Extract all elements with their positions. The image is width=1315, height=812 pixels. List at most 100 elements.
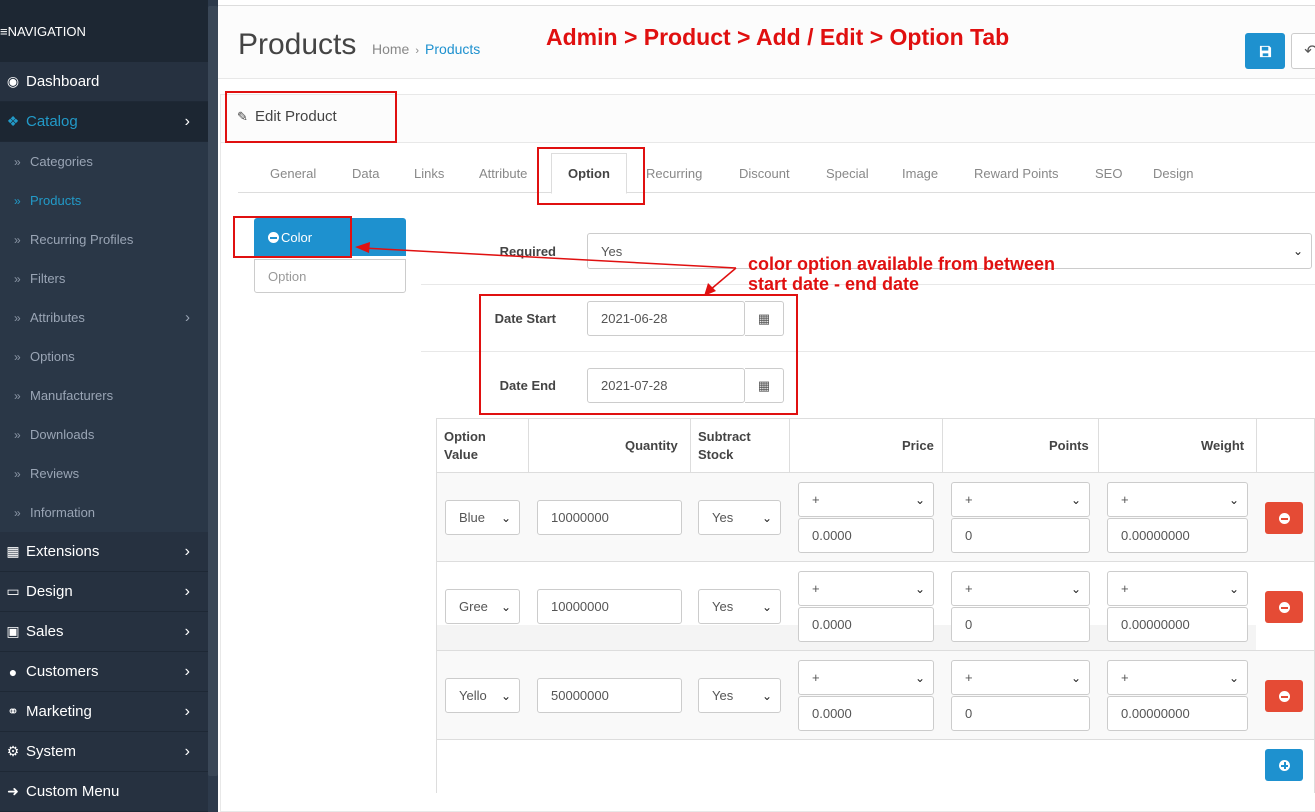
tab-image[interactable]: Image <box>902 153 938 193</box>
submenu-label: Attributes <box>30 310 85 325</box>
prefix-value: + <box>1121 492 1129 507</box>
tab-data[interactable]: Data <box>352 153 379 193</box>
breadcrumb: Home › Products <box>372 41 480 57</box>
points-input[interactable]: 0 <box>951 607 1090 642</box>
plus-circle-icon <box>1278 759 1290 771</box>
annotation-note-line1: color option available from between <box>748 254 1056 274</box>
price-input[interactable]: 0.0000 <box>798 518 934 553</box>
weight-prefix-select[interactable]: + ⌄ <box>1107 660 1248 695</box>
submenu-attributes[interactable]: » Attributes › <box>0 298 208 337</box>
tab-special[interactable]: Special <box>826 153 869 193</box>
remove-row-button[interactable] <box>1265 680 1303 712</box>
submenu-recurring-profiles[interactable]: » Recurring Profiles <box>0 220 208 259</box>
table-row: Blue ⌄ 10000000 Yes ⌄ + ⌄ 0.0000 + ⌄ 0 + ⌄ 0.… <box>437 472 1314 561</box>
chevron-down-icon: ⌄ <box>761 599 772 614</box>
submenu-options[interactable]: » Options <box>0 337 208 376</box>
table-row: Gree ⌄ 10000000 Yes ⌄ + ⌄ 0.0000 + ⌄ 0 + ⌄ 0.… <box>437 561 1314 651</box>
weight-input[interactable]: 0.00000000 <box>1107 696 1248 731</box>
menu-extensions[interactable]: ▦ Extensions › <box>0 532 208 572</box>
weight-prefix-select[interactable]: + ⌄ <box>1107 571 1248 606</box>
points-prefix-select[interactable]: + ⌄ <box>951 660 1090 695</box>
tab-design[interactable]: Design <box>1153 153 1193 193</box>
annotation-box-edit-product <box>225 91 397 143</box>
chevron-down-icon: ⌄ <box>1228 492 1239 507</box>
annotation-box-option-tab <box>537 147 645 205</box>
quantity-input[interactable]: 10000000 <box>537 589 682 624</box>
weight-input[interactable]: 0.00000000 <box>1107 518 1248 553</box>
chevron-down-icon: ⌄ <box>500 688 511 703</box>
menu-label: Catalog <box>26 113 78 130</box>
menu-catalog[interactable]: ❖ Catalog › <box>0 102 208 142</box>
subtract-value: Yes <box>712 510 734 525</box>
menu-label: Custom Menu <box>26 783 120 800</box>
chevron-right-icon: › <box>184 702 190 720</box>
tab-discount[interactable]: Discount <box>739 153 790 193</box>
menu-system[interactable]: ⚙ System › <box>0 732 208 772</box>
price-input[interactable]: 0.0000 <box>798 607 934 642</box>
option-value-select[interactable]: Yello ⌄ <box>445 678 520 713</box>
points-input[interactable]: 0 <box>951 696 1090 731</box>
menu-sales[interactable]: ▣ Sales › <box>0 612 208 652</box>
submenu-filters[interactable]: » Filters <box>0 259 208 298</box>
option-value-select[interactable]: Blue ⌄ <box>445 500 520 535</box>
subtract-select[interactable]: Yes ⌄ <box>698 500 781 535</box>
quantity-input[interactable]: 50000000 <box>537 678 682 713</box>
menu-dashboard[interactable]: ◉ Dashboard <box>0 62 208 102</box>
tab-links[interactable]: Links <box>414 153 444 193</box>
tab-reward-points[interactable]: Reward Points <box>974 153 1059 193</box>
tab-general[interactable]: General <box>270 153 316 193</box>
submenu-categories[interactable]: » Categories <box>0 142 208 181</box>
menu-label: Extensions <box>26 543 100 560</box>
navigation-header[interactable]: ≡NAVIGATION <box>0 0 208 62</box>
submenu-products[interactable]: » Products <box>0 181 208 220</box>
tab-recurring[interactable]: Recurring <box>646 153 702 193</box>
submenu-downloads[interactable]: » Downloads <box>0 415 208 454</box>
option-autocomplete-input[interactable]: Option <box>254 259 406 293</box>
header-subtract-stock: Subtract Stock <box>698 428 751 464</box>
menu-marketing[interactable]: ⚭ Marketing › <box>0 692 208 732</box>
breadcrumb-products[interactable]: Products <box>425 41 480 57</box>
weight-input[interactable]: 0.00000000 <box>1107 607 1248 642</box>
option-value-select[interactable]: Gree ⌄ <box>445 589 520 624</box>
sidebar-scrollbar-thumb[interactable] <box>208 6 218 776</box>
submenu-label: Reviews <box>30 466 80 481</box>
remove-row-button[interactable] <box>1265 591 1303 623</box>
submenu-reviews[interactable]: » Reviews <box>0 454 208 493</box>
chevron-right-icon: › <box>184 582 190 600</box>
subtract-select[interactable]: Yes ⌄ <box>698 678 781 713</box>
tab-attribute[interactable]: Attribute <box>479 153 527 193</box>
price-prefix-select[interactable]: + ⌄ <box>798 660 934 695</box>
points-input[interactable]: 0 <box>951 518 1090 553</box>
weight-prefix-select[interactable]: + ⌄ <box>1107 482 1248 517</box>
menu-design[interactable]: ▭ Design › <box>0 572 208 612</box>
breadcrumb-home[interactable]: Home <box>372 41 409 57</box>
tab-seo[interactable]: SEO <box>1095 153 1122 193</box>
page-header: Products Home › Products Admin > Product >… <box>218 6 1315 79</box>
points-prefix-select[interactable]: + ⌄ <box>951 482 1090 517</box>
chevron-right-icon: › <box>184 112 190 130</box>
points-prefix-select[interactable]: + ⌄ <box>951 571 1090 606</box>
save-button[interactable] <box>1245 33 1285 69</box>
subtract-select[interactable]: Yes ⌄ <box>698 589 781 624</box>
remove-row-button[interactable] <box>1265 502 1303 534</box>
minus-circle-icon <box>1278 690 1290 702</box>
submenu-manufacturers[interactable]: » Manufacturers <box>0 376 208 415</box>
price-input[interactable]: 0.0000 <box>798 696 934 731</box>
menu-custom-menu[interactable]: ➜ Custom Menu <box>0 772 208 812</box>
quantity-input[interactable]: 10000000 <box>537 500 682 535</box>
back-button[interactable]: ↶ <box>1291 33 1315 69</box>
annotation-box-color <box>233 216 352 258</box>
chevron-icon: » <box>14 466 21 481</box>
table-footer-row <box>437 739 1314 793</box>
header-text: Stock <box>698 447 734 462</box>
menu-customers[interactable]: ● Customers › <box>0 652 208 692</box>
price-prefix-select[interactable]: + ⌄ <box>798 571 934 606</box>
subtract-value: Yes <box>712 688 734 703</box>
chevron-icon: » <box>14 154 21 169</box>
add-option-value-button[interactable] <box>1265 749 1303 781</box>
price-prefix-select[interactable]: + ⌄ <box>798 482 934 517</box>
menu-label: System <box>26 743 77 760</box>
page-title: Products <box>238 28 357 61</box>
submenu-information[interactable]: » Information <box>0 493 208 532</box>
chevron-right-icon: › <box>184 742 190 760</box>
